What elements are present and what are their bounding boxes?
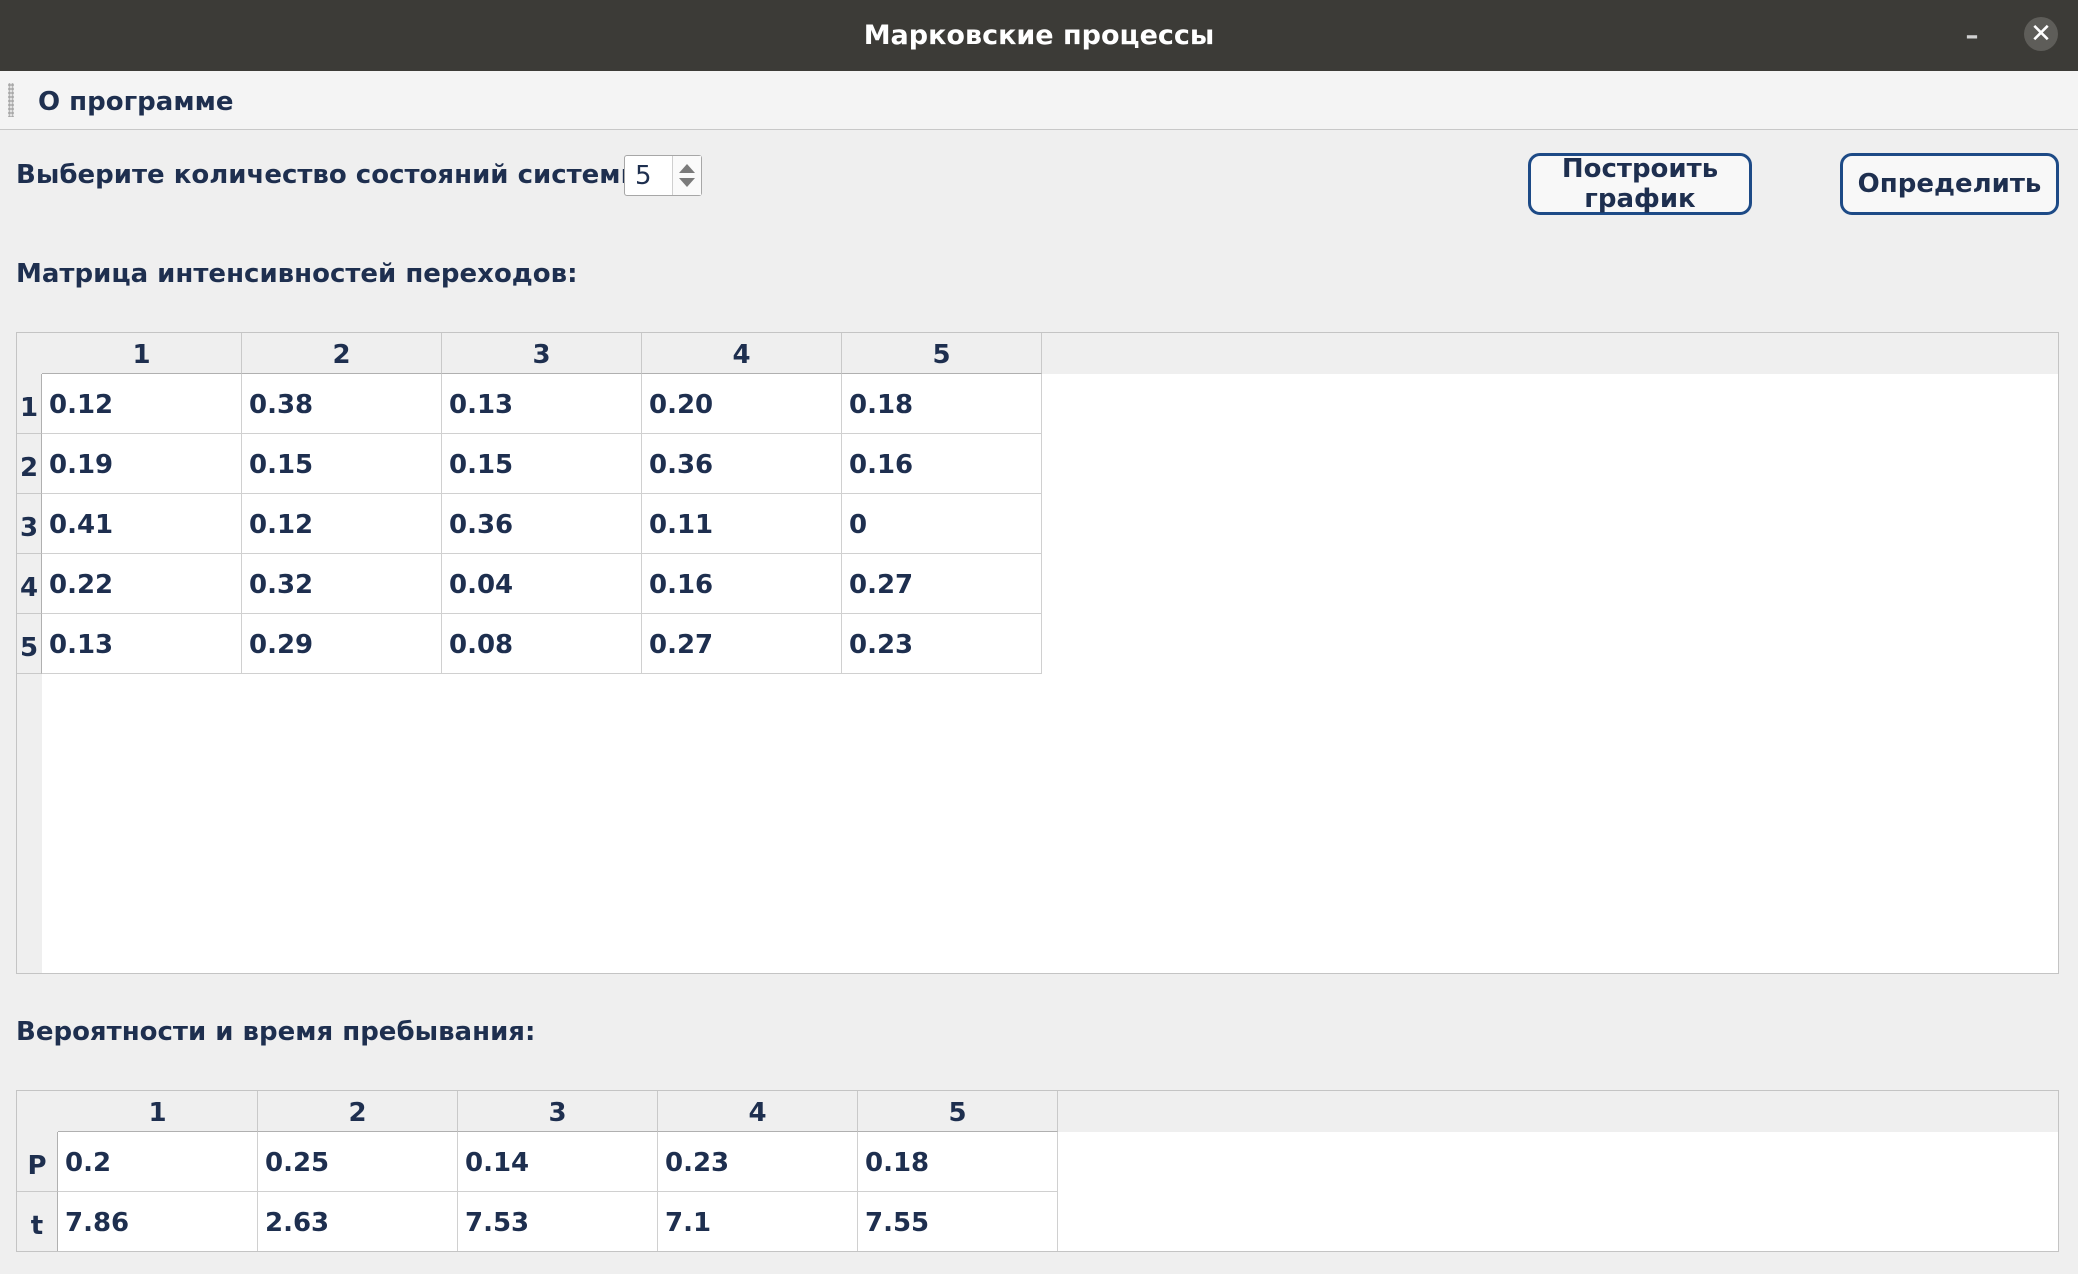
table-cell[interactable]: 0.15 xyxy=(242,434,442,494)
table-cell[interactable]: 7.1 xyxy=(658,1192,858,1251)
table-cell[interactable]: 7.53 xyxy=(458,1192,658,1251)
main-window: Марковские процессы – ✕ О программе Выбе… xyxy=(0,0,2078,1274)
table-cell[interactable]: 0.38 xyxy=(242,374,442,434)
column-header[interactable]: 3 xyxy=(442,333,642,374)
menu-bar: О программе xyxy=(0,71,2078,130)
row-header[interactable]: 1 xyxy=(17,374,42,434)
table-cell[interactable]: 0.11 xyxy=(642,494,842,554)
table-cell[interactable]: 0.04 xyxy=(442,554,642,614)
states-value[interactable]: 5 xyxy=(635,161,652,191)
table-cell[interactable]: 0.27 xyxy=(642,614,842,674)
title-bar: Марковские процессы – ✕ xyxy=(0,0,2078,71)
toolbar-grip-icon[interactable] xyxy=(8,83,14,117)
table-cell[interactable]: 0.08 xyxy=(442,614,642,674)
table-corner[interactable] xyxy=(17,1091,58,1132)
column-header[interactable]: 4 xyxy=(658,1091,858,1132)
table-cell[interactable]: 0.25 xyxy=(258,1132,458,1192)
table-cell[interactable]: 0.16 xyxy=(642,554,842,614)
column-header[interactable]: 2 xyxy=(258,1091,458,1132)
row-header[interactable]: t xyxy=(17,1192,58,1251)
table-cell[interactable]: 0.18 xyxy=(842,374,1042,434)
table-cell[interactable]: 0.16 xyxy=(842,434,1042,494)
table-cell[interactable]: 0.41 xyxy=(42,494,242,554)
window-title: Марковские процессы xyxy=(863,20,1215,51)
table-cell[interactable]: 0.36 xyxy=(642,434,842,494)
column-header[interactable]: 4 xyxy=(642,333,842,374)
table-cell[interactable]: 0.15 xyxy=(442,434,642,494)
table-cell[interactable]: 0.19 xyxy=(42,434,242,494)
table-corner[interactable] xyxy=(17,333,42,374)
table-cell[interactable]: 7.86 xyxy=(58,1192,258,1251)
results-title: Вероятности и время пребывания: xyxy=(16,1017,536,1047)
table-cell[interactable]: 0.29 xyxy=(242,614,442,674)
column-header[interactable]: 5 xyxy=(842,333,1042,374)
menu-item-about[interactable]: О программе xyxy=(38,87,233,117)
results-table[interactable]: 1 2 3 4 5 Pt 0.2 0.25 0.14 0.23 0.18 7.86 2.63 7.53 7.… xyxy=(16,1090,2059,1252)
table-cell[interactable]: 0.12 xyxy=(242,494,442,554)
table-cell[interactable]: 0.23 xyxy=(842,614,1042,674)
table-cell[interactable]: 2.63 xyxy=(258,1192,458,1251)
table-cell[interactable]: 0.18 xyxy=(858,1132,1058,1192)
table-cell[interactable]: 0.12 xyxy=(42,374,242,434)
table-cell[interactable]: 0.14 xyxy=(458,1132,658,1192)
column-header[interactable]: 2 xyxy=(242,333,442,374)
column-header[interactable]: 5 xyxy=(858,1091,1058,1132)
table-cell[interactable]: 0.13 xyxy=(442,374,642,434)
table-cell[interactable]: 0.32 xyxy=(242,554,442,614)
close-icon[interactable]: ✕ xyxy=(2024,17,2058,51)
column-header[interactable]: 1 xyxy=(42,333,242,374)
table-cell[interactable]: 0.2 xyxy=(58,1132,258,1192)
states-spinbox[interactable]: 5 xyxy=(624,155,702,196)
column-header[interactable]: 1 xyxy=(58,1091,258,1132)
plot-graph-button[interactable]: Построить график xyxy=(1528,153,1752,215)
table-cell[interactable]: 0.23 xyxy=(658,1132,858,1192)
table-cell[interactable]: 7.55 xyxy=(858,1192,1058,1251)
spinbox-buttons xyxy=(672,156,701,195)
table-cell[interactable]: 0.13 xyxy=(42,614,242,674)
row-header[interactable]: 3 xyxy=(17,494,42,554)
row-header[interactable]: P xyxy=(17,1132,58,1192)
row-header[interactable]: 2 xyxy=(17,434,42,494)
table-cell[interactable]: 0.27 xyxy=(842,554,1042,614)
states-label: Выберите количество состояний системы: xyxy=(16,160,655,190)
table-cell[interactable]: 0 xyxy=(842,494,1042,554)
determine-button[interactable]: Определить xyxy=(1840,153,2059,215)
transition-matrix-table[interactable]: 1 2 3 4 5 1 2 3 4 5 0.12 0.38 0.13 0.20 0.18 0.19 0.15 0.… xyxy=(16,332,2059,974)
row-header[interactable]: 4 xyxy=(17,554,42,614)
table-cell[interactable]: 0.20 xyxy=(642,374,842,434)
row-header[interactable]: 5 xyxy=(17,614,42,674)
column-header[interactable]: 3 xyxy=(458,1091,658,1132)
spin-down-icon[interactable] xyxy=(679,178,695,187)
spin-up-icon[interactable] xyxy=(679,164,695,173)
minimize-icon[interactable]: – xyxy=(1962,23,1982,49)
matrix-title: Матрица интенсивностей переходов: xyxy=(16,259,578,289)
table-cell[interactable]: 0.36 xyxy=(442,494,642,554)
table-cell[interactable]: 0.22 xyxy=(42,554,242,614)
